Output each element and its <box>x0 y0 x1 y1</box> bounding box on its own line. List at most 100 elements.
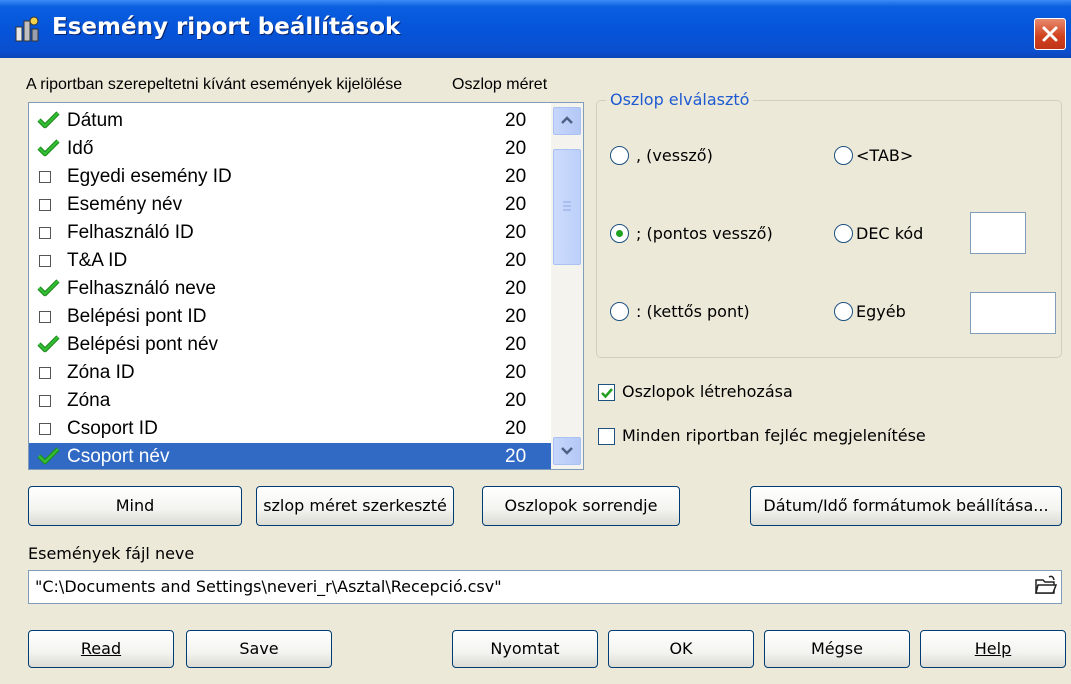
list-item[interactable]: T&A ID 20 <box>29 247 551 275</box>
check-icon[interactable] <box>36 277 62 299</box>
list-scrollbar[interactable] <box>551 103 583 469</box>
chevron-down-icon <box>561 447 573 455</box>
column-size: 20 <box>505 194 527 215</box>
read-label: Read <box>80 639 122 658</box>
help-label: Help <box>974 639 1012 658</box>
ok-button[interactable]: OK <box>608 630 754 668</box>
radio-other-label: Egyéb <box>856 302 906 321</box>
file-name-label: Események fájl neve <box>28 544 195 563</box>
checkbox-icon[interactable] <box>39 199 51 211</box>
read-button[interactable]: Read <box>28 630 174 668</box>
radio-tab[interactable] <box>834 146 853 165</box>
check-icon[interactable] <box>36 137 62 159</box>
file-path-field[interactable]: "C:\Documents and Settings\neveri_r\Aszt… <box>28 570 1062 604</box>
column-size: 20 <box>505 222 527 243</box>
scroll-up-button[interactable] <box>553 107 581 135</box>
column-size: 20 <box>505 110 527 131</box>
event-name: Zóna <box>67 390 111 411</box>
size-header-label: Oszlop méret <box>452 76 548 94</box>
column-size: 20 <box>505 250 527 271</box>
column-size: 20 <box>505 334 527 355</box>
datetime-format-button[interactable]: Dátum/Idő formátumok beállítása... <box>750 486 1062 526</box>
check-icon[interactable] <box>36 445 62 467</box>
list-item[interactable]: Felhasználó neve 20 <box>29 275 551 303</box>
list-header-label: A riportban szerepeltetni kívánt esemény… <box>26 76 403 93</box>
title-bar: Esemény riport beállítások <box>0 0 1071 58</box>
radio-comma-label: , (vessző) <box>636 146 713 165</box>
radio-comma[interactable] <box>610 146 629 165</box>
column-size: 20 <box>505 166 527 187</box>
separator-group-title: Oszlop elválasztó <box>606 90 754 109</box>
checkbox-icon[interactable] <box>39 255 51 267</box>
header-every-report-label: Minden riportban fejléc megjelenítése <box>622 426 926 445</box>
radio-semicolon-label: ; (pontos vessző) <box>636 224 773 243</box>
list-item[interactable]: Egyedi esemény ID 20 <box>29 163 551 191</box>
check-icon[interactable] <box>36 109 62 131</box>
create-columns-checkbox[interactable] <box>598 384 615 401</box>
list-item[interactable]: Csoport név 20 <box>29 443 551 469</box>
radio-tab-label: <TAB> <box>856 146 914 165</box>
cancel-button[interactable]: Mégse <box>764 630 910 668</box>
file-path-value: "C:\Documents and Settings\neveri_r\Aszt… <box>35 577 502 596</box>
list-item[interactable]: Belépési pont ID 20 <box>29 303 551 331</box>
checkbox-icon[interactable] <box>39 227 51 239</box>
select-all-button[interactable]: Mind <box>28 486 242 526</box>
column-size: 20 <box>505 278 527 299</box>
close-button[interactable] <box>1034 18 1066 50</box>
radio-other[interactable] <box>834 302 853 321</box>
checkbox-icon[interactable] <box>39 171 51 183</box>
report-app-icon <box>15 16 39 42</box>
checkbox-icon[interactable] <box>39 367 51 379</box>
checkmark-icon <box>601 388 613 399</box>
header-every-report-checkbox[interactable] <box>598 428 615 445</box>
column-size: 20 <box>505 390 527 411</box>
checkbox-icon[interactable] <box>39 311 51 323</box>
save-label: Save <box>239 639 279 658</box>
event-name: T&A ID <box>67 250 128 271</box>
radio-colon[interactable] <box>610 302 629 321</box>
grip-icon <box>563 201 571 211</box>
column-size: 20 <box>505 138 527 159</box>
event-name: Csoport ID <box>67 418 158 439</box>
list-item[interactable]: Idő 20 <box>29 135 551 163</box>
window-title: Esemény riport beállítások <box>52 14 401 40</box>
event-name: Csoport név <box>67 446 170 467</box>
event-name: Egyedi esemény ID <box>67 166 232 187</box>
list-item[interactable]: Belépési pont név 20 <box>29 331 551 359</box>
event-list[interactable]: Dátum 20 Idő 20 Egyedi esemény ID 20 Esemény n… <box>28 102 584 470</box>
event-name: Belépési pont név <box>67 334 219 355</box>
checkbox-icon[interactable] <box>39 395 51 407</box>
scroll-down-button[interactable] <box>553 437 581 465</box>
list-item[interactable]: Csoport ID 20 <box>29 415 551 443</box>
column-size: 20 <box>505 418 527 439</box>
radio-dec[interactable] <box>834 224 853 243</box>
event-name: Zóna ID <box>67 362 135 383</box>
list-item[interactable]: Dátum 20 <box>29 107 551 135</box>
create-columns-label: Oszlopok létrehozása <box>622 382 793 401</box>
column-size: 20 <box>505 446 527 467</box>
scroll-thumb[interactable] <box>553 149 581 265</box>
event-name: Felhasználó ID <box>67 222 194 243</box>
list-item[interactable]: Esemény név 20 <box>29 191 551 219</box>
column-size: 20 <box>505 306 527 327</box>
list-item[interactable]: Zóna ID 20 <box>29 359 551 387</box>
radio-colon-label: : (kettős pont) <box>636 302 750 321</box>
dec-code-field[interactable] <box>970 212 1026 254</box>
list-item[interactable]: Zóna 20 <box>29 387 551 415</box>
check-icon[interactable] <box>36 333 62 355</box>
chevron-up-icon <box>561 116 573 124</box>
folder-open-icon[interactable] <box>1034 574 1058 598</box>
radio-dec-label: DEC kód <box>856 224 924 243</box>
event-name: Felhasználó neve <box>67 278 216 299</box>
edit-column-size-button[interactable]: szlop méret szerkeszté <box>256 486 454 526</box>
help-button[interactable]: Help <box>920 630 1066 668</box>
print-button[interactable]: Nyomtat <box>452 630 598 668</box>
radio-semicolon[interactable] <box>610 224 629 243</box>
save-button[interactable]: Save <box>186 630 332 668</box>
column-order-button[interactable]: Oszlopok sorrendje <box>482 486 680 526</box>
column-size: 20 <box>505 362 527 383</box>
other-separator-field[interactable] <box>970 292 1056 334</box>
list-item[interactable]: Felhasználó ID 20 <box>29 219 551 247</box>
checkbox-icon[interactable] <box>39 423 51 435</box>
event-name: Belépési pont ID <box>67 306 207 327</box>
